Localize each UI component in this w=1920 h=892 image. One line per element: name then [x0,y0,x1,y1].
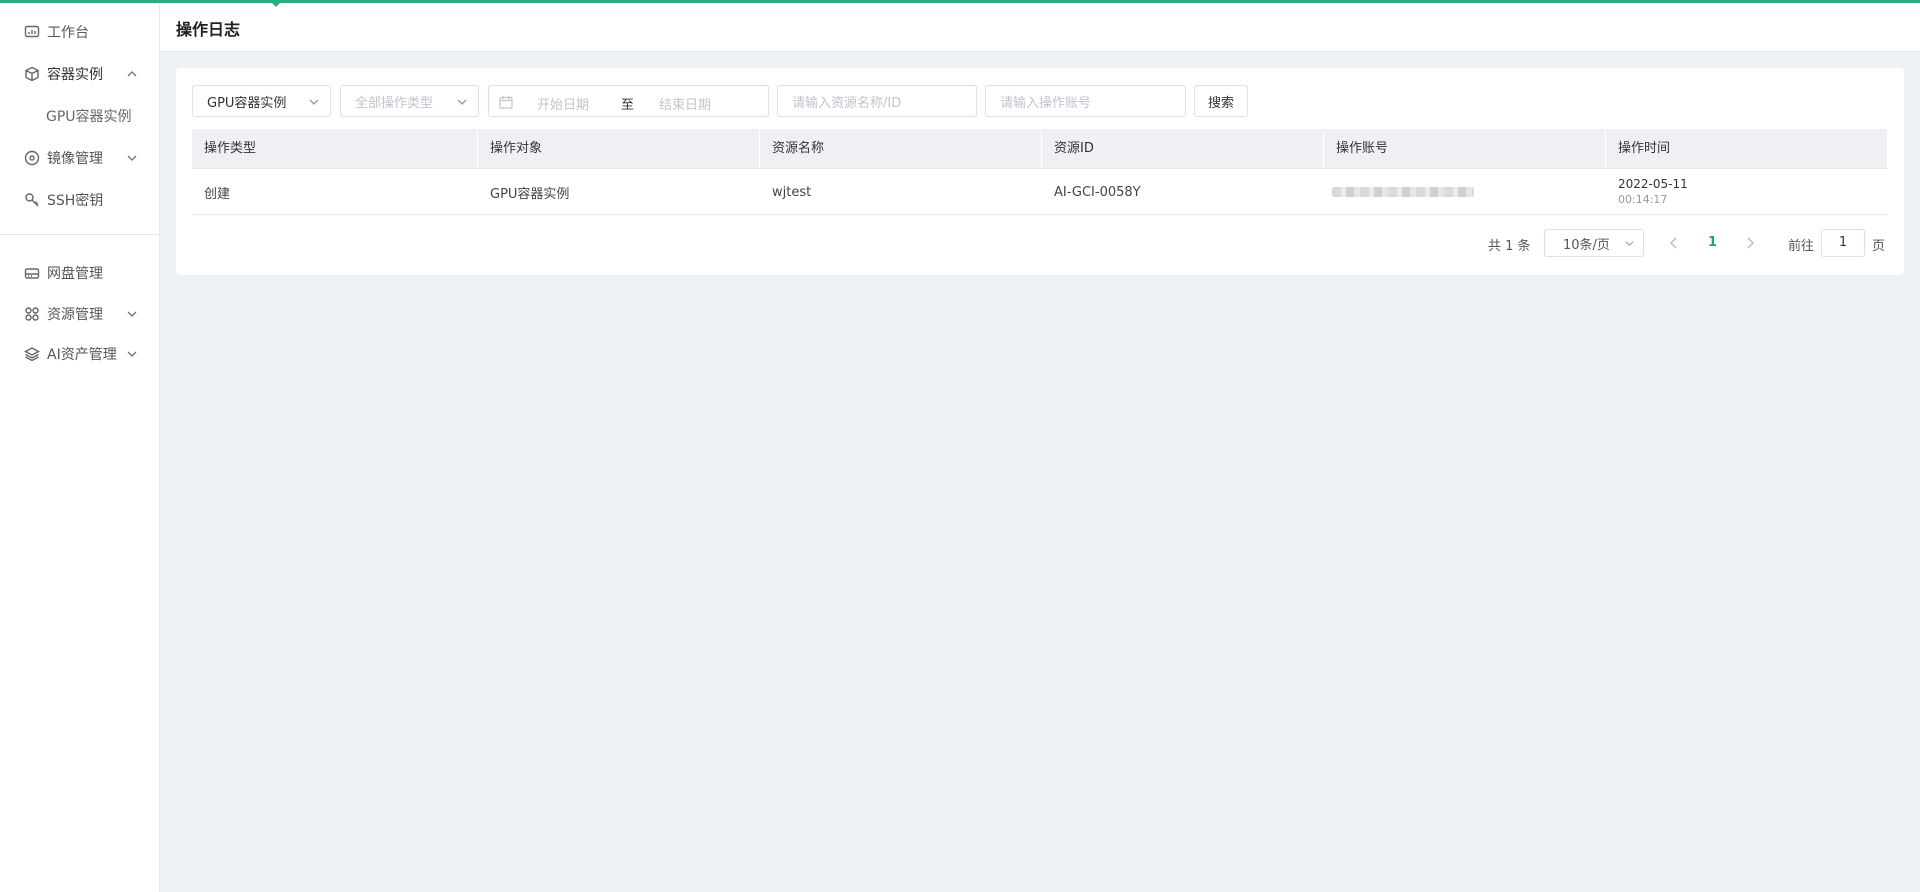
table-row: 创建 GPU容器实例 wjtest AI-GCI-0058Y 2022-05-1… [192,169,1888,215]
chevron-up-icon [126,68,138,80]
operation-type-select[interactable]: 全部操作类型 [340,85,479,117]
sidebar-item-ai-assets[interactable]: AI资产管理 [0,336,160,372]
chevron-down-icon [126,152,138,164]
page-size-select[interactable]: 10条/页 [1544,229,1644,257]
column-header: 操作时间 [1606,129,1888,169]
resource-type-select[interactable]: GPU容器实例 [192,85,331,117]
cell-operation-target: GPU容器实例 [490,186,570,202]
resource-type-value: GPU容器实例 [207,95,287,111]
date-range-picker[interactable]: 开始日期 至 结束日期 [488,85,769,117]
cell-resource-name: wjtest [772,184,812,200]
goto-suffix: 页 [1872,239,1886,254]
sidebar-item-label: 工作台 [47,25,89,41]
layers-icon [23,345,41,363]
sidebar-item-ssh-keys[interactable]: SSH密钥 [0,182,160,218]
page-header: 操作日志 [160,0,1920,52]
cell-operation-type: 创建 [204,186,231,202]
cell-account [1324,169,1606,215]
operation-clock-time: 00:14:17 [1618,193,1668,206]
sidebar-item-images[interactable]: 镜像管理 [0,140,160,176]
sidebar-item-resources[interactable]: 资源管理 [0,296,160,332]
grid-icon [23,305,41,323]
column-header: 资源ID [1042,129,1324,169]
top-accent-bar [0,0,1920,3]
column-header: 操作类型 [192,129,478,169]
table-header: 操作类型 操作对象 资源名称 资源ID 操作账号 操作时间 [192,129,1888,169]
chevron-down-icon [308,96,320,108]
sidebar-item-label: 网盘管理 [47,266,103,282]
sidebar-item-label: 镜像管理 [47,151,103,167]
sidebar-item-drive[interactable]: 网盘管理 [0,255,160,291]
resource-search-input[interactable]: 请输入资源名称/ID [777,85,977,117]
sidebar-item-label: SSH密钥 [47,193,104,209]
operation-date: 2022-05-11 [1618,177,1688,191]
prev-page-button[interactable] [1668,236,1680,250]
sidebar-item-containers[interactable]: 容器实例 [0,56,160,92]
start-date-placeholder: 开始日期 [537,98,590,113]
top-notch-indicator [271,2,281,7]
disc-icon [23,149,41,167]
cell-resource-id: AI-GCI-0058Y [1054,184,1141,200]
column-header: 资源名称 [760,129,1042,169]
goto-label: 前往 [1788,239,1815,254]
calendar-icon [499,95,513,109]
sidebar: 工作台 容器实例 GPU容器实例 镜像管理 SSH密钥 网盘管理 资源管理 AI… [0,0,160,892]
sidebar-divider [0,234,160,235]
dashboard-icon [23,23,41,41]
sidebar-subitem-gpu-containers[interactable]: GPU容器实例 [0,98,160,134]
account-search-placeholder: 请输入操作账号 [1000,95,1092,111]
goto-page-input[interactable]: 1 [1821,229,1865,257]
sidebar-item-label: 容器实例 [47,67,103,83]
sidebar-subitem-label: GPU容器实例 [46,109,132,125]
operation-type-placeholder: 全部操作类型 [355,95,434,111]
chevron-down-icon [1624,238,1635,249]
chevron-down-icon [126,308,138,320]
cube-icon [23,65,41,83]
sidebar-item-label: AI资产管理 [47,347,117,363]
account-search-input[interactable]: 请输入操作账号 [985,85,1186,117]
cell-operation-time: 2022-05-11 00:14:17 [1606,169,1888,215]
end-date-placeholder: 结束日期 [659,98,712,113]
search-button[interactable]: 搜索 [1194,85,1248,117]
pagination-total: 共 1 条 [1488,239,1531,254]
chevron-down-icon [456,96,468,108]
redacted-account [1332,187,1474,197]
sidebar-item-dashboard[interactable]: 工作台 [0,14,160,50]
key-icon [23,191,41,209]
pagination: 共 1 条 10条/页 1 前往 1 页 [176,229,1904,257]
operation-log-table: 操作类型 操作对象 资源名称 资源ID 操作账号 操作时间 创建 GPU容器实例… [192,129,1888,215]
page-size-value: 10条/页 [1563,237,1610,253]
chevron-down-icon [126,348,138,360]
page-title: 操作日志 [176,20,241,39]
next-page-button[interactable] [1744,236,1756,250]
column-header: 操作对象 [478,129,760,169]
drive-icon [23,264,41,282]
column-header: 操作账号 [1324,129,1606,169]
operation-log-card: GPU容器实例 全部操作类型 开始日期 至 结束日期 请输入资源名称/ID 请输… [176,68,1904,275]
sidebar-item-label: 资源管理 [47,307,103,323]
date-separator: 至 [621,98,635,113]
page-number-current[interactable]: 1 [1708,235,1717,250]
resource-search-placeholder: 请输入资源名称/ID [792,95,902,111]
